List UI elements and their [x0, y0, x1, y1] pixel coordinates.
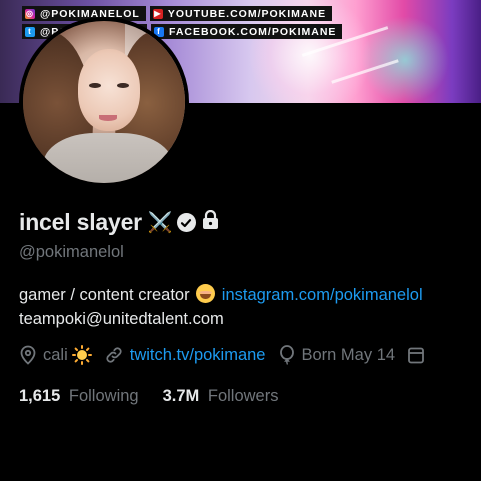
avatar-eye [89, 83, 101, 88]
birthday-item: Born May 14 [278, 345, 396, 365]
display-name-row: incel slayer ⚔️ [19, 209, 220, 236]
profile-handle: @pokimanelol [19, 243, 124, 261]
location-text: cali [43, 345, 68, 364]
instagram-link[interactable]: instagram.com/pokimanelol [222, 286, 423, 304]
banner-facebook-text: FACEBOOK.COM/POKIMANE [169, 25, 337, 38]
bio-line-2: teampoki@unitedtalent.com [19, 310, 224, 328]
banner-youtube-text: YOUTUBE.COM/POKIMANE [167, 7, 327, 20]
balloon-icon [279, 345, 294, 365]
lock-icon [201, 209, 220, 235]
location-pin-icon [20, 345, 36, 365]
profile-avatar[interactable] [19, 17, 189, 187]
bio-text: gamer / content creator [19, 286, 190, 304]
youtube-icon: ▶ [152, 8, 163, 19]
sun-icon [71, 345, 92, 365]
birthday-text: Born May 14 [301, 345, 396, 364]
verified-badge-icon[interactable] [176, 213, 196, 232]
avatar-clothing [43, 133, 173, 183]
following-link[interactable]: 1,615 Following [19, 387, 139, 406]
instagram-icon: ◎ [25, 8, 35, 19]
crossed-swords-icon: ⚔️ [147, 212, 173, 234]
link-icon [106, 347, 122, 363]
avatar-eye [117, 83, 129, 88]
following-count: 1,615 [19, 387, 61, 405]
followers-label: Followers [207, 387, 279, 405]
bio-line-1: gamer / content creator instagram.com/po… [19, 283, 423, 307]
followers-link[interactable]: 3.7M Followers [163, 387, 279, 406]
following-label: Following [68, 387, 139, 405]
display-name: incel slayer [19, 209, 142, 235]
website-item[interactable]: twitch.tv/pokimane [104, 345, 266, 365]
followers-count: 3.7M [162, 387, 200, 405]
profile-meta-row: cali twitch.tv/pokimane Born May 14 [19, 345, 443, 365]
joined-item [407, 345, 431, 365]
location-item: cali [19, 345, 92, 365]
calendar-icon [408, 347, 424, 364]
avatar-mouth [99, 115, 117, 121]
banner-youtube-chip: ▶ YOUTUBE.COM/POKIMANE [149, 6, 333, 21]
profile-bio: gamer / content creator instagram.com/po… [19, 283, 423, 331]
website-link[interactable]: twitch.tv/pokimane [130, 346, 266, 365]
follow-stats: 1,615 Following 3.7M Followers [19, 387, 302, 406]
smiling-face-icon [196, 284, 216, 303]
